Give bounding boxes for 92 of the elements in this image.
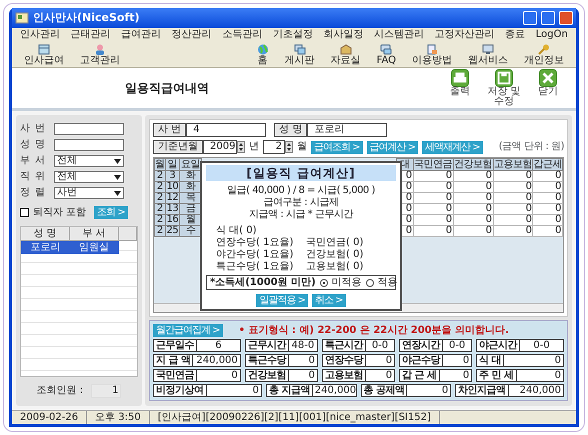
field-label: 식 대	[476, 354, 504, 367]
field-value: 0-0	[366, 339, 396, 352]
table-cell: 25	[165, 226, 180, 236]
field-value: 0	[366, 354, 396, 367]
table-cell: 2	[154, 192, 165, 204]
field-value: 포로리	[307, 123, 388, 137]
field-label: 총 공제액	[360, 384, 408, 397]
column-header: 국민연금	[413, 158, 454, 170]
unit-label: 년	[249, 141, 259, 153]
field-value: 0	[516, 369, 564, 382]
field-label: 총 지급액	[266, 384, 313, 397]
field-label: 연장시간	[399, 339, 444, 352]
field-value: 0	[197, 369, 241, 382]
dropdown-value: 전체	[57, 156, 77, 166]
rate-text: 국민연금( 0)	[306, 237, 364, 249]
field-label: 건강보험	[244, 369, 289, 382]
column-header: 갑근세	[532, 158, 562, 170]
column-header: 성 명	[21, 227, 70, 240]
field-value: 48-0	[288, 339, 318, 352]
radio-label: 미적용	[332, 276, 362, 289]
field-value: 6	[197, 339, 241, 352]
field-value: 0-0	[443, 339, 472, 352]
field-label: 차인지급액	[455, 384, 509, 397]
field-label: 고용보험	[322, 369, 366, 382]
field-value: 0	[443, 354, 472, 367]
field-label: 지 급 액	[153, 354, 194, 367]
count-label: 조회인원 :	[36, 385, 84, 397]
field-label: 부 서	[20, 155, 48, 167]
info-text: 지급액 : 시급 * 근무시간	[248, 209, 354, 221]
rate-text: 식 대( 0)	[216, 225, 258, 237]
field-value: 0	[288, 369, 318, 382]
field-value: 0	[504, 354, 564, 367]
table-cell: 2	[154, 226, 165, 236]
field-label: 야근수당	[399, 354, 444, 367]
table-cell: 2	[154, 182, 165, 192]
column-header: 부 서	[70, 227, 118, 240]
field-label: 사 번	[20, 123, 48, 135]
field-label: 주 민 세	[476, 369, 517, 382]
window-title: 인사만사(NiceSoft)	[33, 12, 141, 24]
info-text: 급여구분 : 시급제	[262, 197, 340, 209]
field-label: 근무시간	[244, 339, 289, 352]
unit-note: (금액 단위 : 원)	[498, 141, 564, 153]
field-label: 근무일수	[153, 339, 197, 352]
field-label: 사 번	[153, 123, 186, 137]
status-text: 오후 3:50	[87, 411, 150, 424]
field-value: 0-0	[520, 339, 564, 352]
note-text: • 표기형식 : 예) 22-200 은 22시간 200분을 의미합니다.	[238, 324, 509, 336]
dropdown-value: 사번	[57, 188, 77, 198]
rate-text: 연장수당( 1요율)	[216, 237, 294, 249]
rate-text: 특근수당( 1요율)	[216, 261, 294, 273]
column-header: 고용보험	[493, 158, 533, 170]
rate-text: 건강보험( 0)	[306, 249, 364, 261]
field-label: 직 위	[20, 171, 48, 183]
tax-label: *소득세(1000원 미만)	[210, 276, 316, 289]
field-value: 0	[407, 384, 452, 397]
rate-text: 야간수당( 1요율)	[216, 249, 294, 261]
field-label: 성 명	[274, 123, 308, 137]
page-title: 일용직급여내역	[124, 82, 210, 94]
table-cell: 2	[154, 204, 165, 214]
field-value: 0	[440, 369, 472, 382]
table-cell: 2	[154, 170, 165, 182]
checkbox-label: 퇴직자 포함	[33, 206, 86, 218]
column-header: 일	[165, 158, 180, 170]
column-header: 건강보험	[453, 158, 494, 170]
field-label: 국민연금	[153, 369, 197, 382]
field-value: 240,000	[508, 384, 564, 397]
field-value: 240,000	[312, 384, 356, 397]
field-value: 240,000	[193, 354, 241, 367]
field-label: 성 명	[20, 139, 48, 151]
field-label: 연장수당	[322, 354, 366, 367]
field-label: 갑 근 세	[399, 369, 440, 382]
table-cell: 2	[154, 214, 165, 226]
field-label: 특근시간	[322, 339, 366, 352]
field-label: 특근수당	[244, 354, 289, 367]
field-value: 0	[206, 384, 262, 397]
field-value: 0	[288, 354, 318, 367]
column-header: 요일	[180, 158, 202, 170]
field-label: 야근시간	[476, 339, 520, 352]
field-label: 비정기상여	[153, 384, 206, 397]
field-value: 0	[366, 369, 396, 382]
formula-text: 일급( 40,000 ) / 8 = 시급( 5,000 )	[226, 185, 376, 197]
unit-label: 월	[297, 141, 307, 153]
dialog-title: [일용직 급여계산]	[206, 165, 396, 181]
status-text: 2009-02-26	[12, 411, 88, 424]
rate-text: 고용보험( 0)	[306, 261, 364, 273]
field-label: 정 렬	[20, 187, 48, 199]
field-label: 기준년월	[153, 140, 203, 154]
count-value: 1	[91, 384, 122, 398]
status-text: [인사급여][20090226][2][11][001][nice_master][SI152]	[150, 411, 440, 424]
field-value: 4	[186, 123, 266, 137]
column-header: 월	[154, 158, 165, 170]
dropdown-value: 전체	[57, 172, 77, 182]
